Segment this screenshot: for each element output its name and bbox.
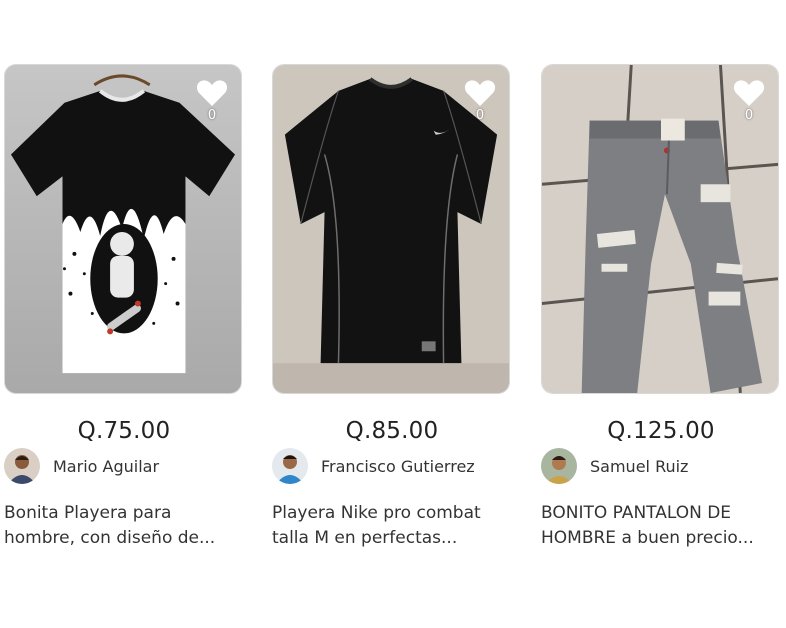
seller-name[interactable]: Francisco Gutierrez [321,457,475,476]
product-description: BONITO PANTALON DE HOMBRE a buen precio.… [541,503,754,548]
seller-info[interactable]: Mario Aguilar [4,447,244,485]
seller-info[interactable]: Samuel Ruiz [541,447,781,485]
favorite-count: 0 [207,108,217,123]
favorite-count: 0 [475,108,485,123]
heart-icon [733,80,765,106]
product-card[interactable]: 0 Q.85.00 Francisco Gutierrez Playera Ni… [272,64,512,551]
favorite-button[interactable]: 0 [732,79,766,123]
product-card[interactable]: 0 Q.125.00 Samuel Ruiz BONITO PANTALON D… [541,64,781,551]
product-description: Playera Nike pro combat talla M en perfe… [272,503,481,548]
product-image[interactable]: 0 [272,64,510,394]
product-image[interactable]: 0 [541,64,779,394]
product-price: Q.125.00 [607,418,715,444]
seller-name[interactable]: Samuel Ruiz [590,457,688,476]
seller-name[interactable]: Mario Aguilar [53,457,159,476]
product-price: Q.85.00 [345,418,439,444]
avatar[interactable] [4,448,40,484]
seller-info[interactable]: Francisco Gutierrez [272,447,512,485]
avatar[interactable] [272,448,308,484]
avatar[interactable] [541,448,577,484]
favorite-button[interactable]: 0 [195,79,229,123]
product-card[interactable]: 0 Q.75.00 Mario Aguilar Bonita Playera p… [4,64,244,551]
product-image[interactable]: 0 [4,64,242,394]
product-description: Bonita Playera para hombre, con diseño d… [4,503,216,548]
favorite-button[interactable]: 0 [463,79,497,123]
heart-icon [464,80,496,106]
favorite-count: 0 [744,108,754,123]
product-price: Q.75.00 [77,418,171,444]
heart-icon [196,80,228,106]
